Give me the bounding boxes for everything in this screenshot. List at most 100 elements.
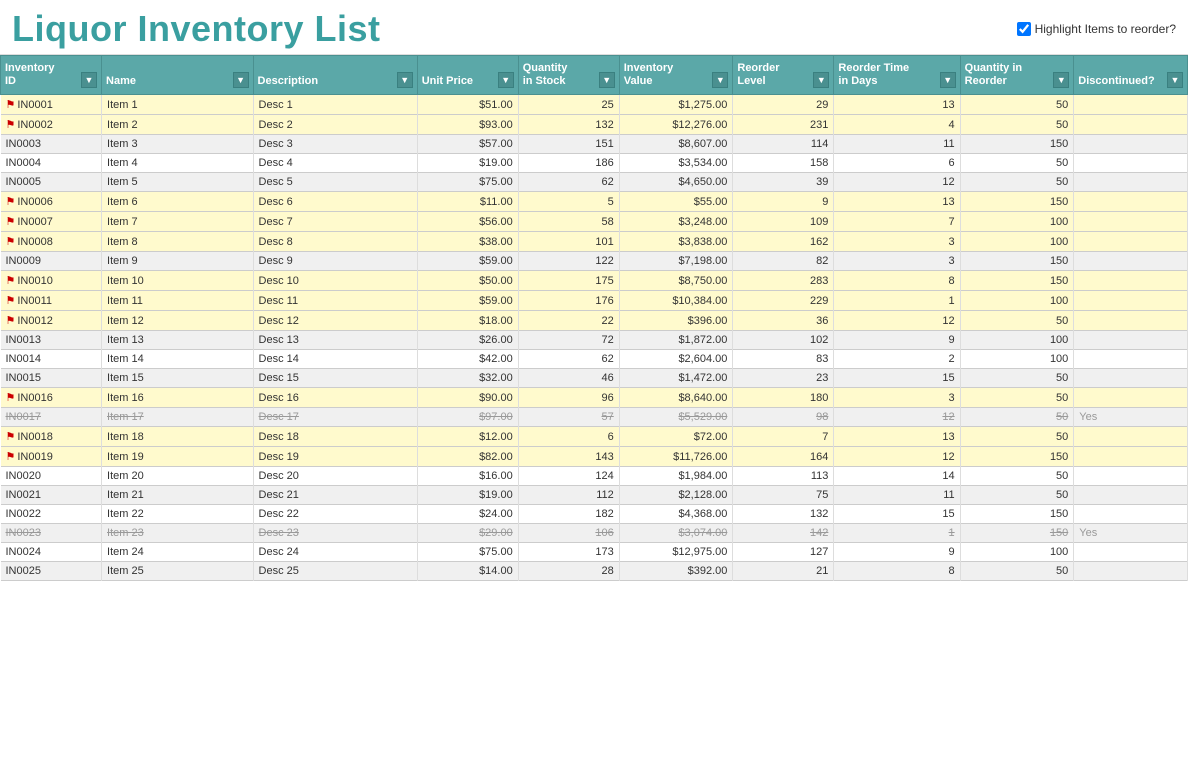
cell-inv-value: $8,640.00 (619, 388, 733, 408)
cell-id: ⚑IN0011 (1, 291, 102, 311)
cell-unit-price: $93.00 (417, 115, 518, 135)
filter-name[interactable]: ▼ (233, 72, 249, 88)
cell-unit-price: $29.00 (417, 524, 518, 543)
cell-id: IN0015 (1, 369, 102, 388)
cell-inv-value: $396.00 (619, 311, 733, 331)
cell-qty-reorder: 50 (960, 154, 1074, 173)
cell-name: Item 6 (102, 192, 254, 212)
cell-reorder-time: 1 (834, 524, 960, 543)
filter-unit[interactable]: ▼ (498, 72, 514, 88)
cell-id: IN0023 (1, 524, 102, 543)
cell-unit-price: $14.00 (417, 562, 518, 581)
cell-reorder-level: 229 (733, 291, 834, 311)
cell-reorder-level: 102 (733, 331, 834, 350)
cell-desc: Desc 9 (253, 252, 417, 271)
cell-qty-stock: 132 (518, 115, 619, 135)
cell-unit-price: $12.00 (417, 427, 518, 447)
cell-id: ⚑IN0018 (1, 427, 102, 447)
cell-reorder-level: 113 (733, 467, 834, 486)
cell-name: Item 2 (102, 115, 254, 135)
cell-qty-reorder: 150 (960, 524, 1074, 543)
cell-id: IN0013 (1, 331, 102, 350)
cell-qty-reorder: 150 (960, 447, 1074, 467)
cell-name: Item 15 (102, 369, 254, 388)
cell-reorder-time: 12 (834, 311, 960, 331)
th-reorder-time: Reorder Timein Days ▼ (834, 56, 960, 95)
cell-qty-reorder: 100 (960, 291, 1074, 311)
cell-name: Item 23 (102, 524, 254, 543)
table-header-row: InventoryID ▼ Name ▼ Description ▼ (1, 56, 1188, 95)
cell-qty-stock: 25 (518, 95, 619, 115)
cell-reorder-level: 231 (733, 115, 834, 135)
cell-reorder-time: 13 (834, 192, 960, 212)
cell-desc: Desc 20 (253, 467, 417, 486)
filter-qty-stock[interactable]: ▼ (599, 72, 615, 88)
cell-unit-price: $51.00 (417, 95, 518, 115)
cell-name: Item 25 (102, 562, 254, 581)
cell-reorder-level: 142 (733, 524, 834, 543)
cell-inv-value: $72.00 (619, 427, 733, 447)
cell-name: Item 10 (102, 271, 254, 291)
cell-discontinued (1074, 543, 1188, 562)
cell-qty-reorder: 150 (960, 505, 1074, 524)
cell-discontinued (1074, 173, 1188, 192)
cell-desc: Desc 17 (253, 408, 417, 427)
filter-qty-reorder[interactable]: ▼ (1053, 72, 1069, 88)
highlight-checkbox[interactable] (1017, 22, 1031, 36)
filter-reorder-time[interactable]: ▼ (940, 72, 956, 88)
cell-discontinued (1074, 331, 1188, 350)
filter-id[interactable]: ▼ (81, 72, 97, 88)
table-row: ⚑IN0011Item 11Desc 11$59.00176$10,384.00… (1, 291, 1188, 311)
cell-reorder-time: 3 (834, 388, 960, 408)
cell-qty-reorder: 100 (960, 232, 1074, 252)
cell-inv-value: $55.00 (619, 192, 733, 212)
table-row: IN0004Item 4Desc 4$19.00186$3,534.001586… (1, 154, 1188, 173)
cell-id: ⚑IN0006 (1, 192, 102, 212)
cell-reorder-level: 82 (733, 252, 834, 271)
cell-unit-price: $26.00 (417, 331, 518, 350)
cell-reorder-time: 6 (834, 154, 960, 173)
cell-unit-price: $42.00 (417, 350, 518, 369)
flag-icon: ⚑ (6, 451, 16, 463)
cell-discontinued (1074, 291, 1188, 311)
cell-reorder-time: 12 (834, 447, 960, 467)
th-reorder-level: ReorderLevel ▼ (733, 56, 834, 95)
cell-qty-reorder: 50 (960, 369, 1074, 388)
cell-discontinued (1074, 427, 1188, 447)
cell-qty-reorder: 50 (960, 467, 1074, 486)
filter-desc[interactable]: ▼ (397, 72, 413, 88)
cell-qty-stock: 5 (518, 192, 619, 212)
cell-inv-value: $3,248.00 (619, 212, 733, 232)
highlight-label[interactable]: Highlight Items to reorder? (1035, 22, 1176, 36)
filter-discontinued[interactable]: ▼ (1167, 72, 1183, 88)
cell-qty-stock: 72 (518, 331, 619, 350)
table-row: ⚑IN0019Item 19Desc 19$82.00143$11,726.00… (1, 447, 1188, 467)
table-row: ⚑IN0018Item 18Desc 18$12.006$72.0071350 (1, 427, 1188, 447)
cell-id: IN0024 (1, 543, 102, 562)
cell-reorder-level: 36 (733, 311, 834, 331)
cell-discontinued (1074, 95, 1188, 115)
cell-desc: Desc 22 (253, 505, 417, 524)
cell-qty-stock: 28 (518, 562, 619, 581)
cell-qty-reorder: 50 (960, 115, 1074, 135)
cell-qty-stock: 106 (518, 524, 619, 543)
table-row: IN0023Item 23Desc 23$29.00106$3,074.0014… (1, 524, 1188, 543)
cell-unit-price: $75.00 (417, 543, 518, 562)
filter-reorder-lvl[interactable]: ▼ (813, 72, 829, 88)
cell-reorder-level: 83 (733, 350, 834, 369)
cell-desc: Desc 10 (253, 271, 417, 291)
th-qty-reorder: Quantity inReorder ▼ (960, 56, 1074, 95)
cell-reorder-level: 283 (733, 271, 834, 291)
cell-qty-stock: 46 (518, 369, 619, 388)
cell-name: Item 22 (102, 505, 254, 524)
cell-unit-price: $75.00 (417, 173, 518, 192)
cell-qty-reorder: 100 (960, 331, 1074, 350)
cell-desc: Desc 24 (253, 543, 417, 562)
filter-inv-val[interactable]: ▼ (712, 72, 728, 88)
th-desc: Description ▼ (253, 56, 417, 95)
cell-id: IN0025 (1, 562, 102, 581)
cell-id: IN0021 (1, 486, 102, 505)
cell-reorder-time: 9 (834, 543, 960, 562)
cell-unit-price: $24.00 (417, 505, 518, 524)
cell-qty-reorder: 50 (960, 427, 1074, 447)
